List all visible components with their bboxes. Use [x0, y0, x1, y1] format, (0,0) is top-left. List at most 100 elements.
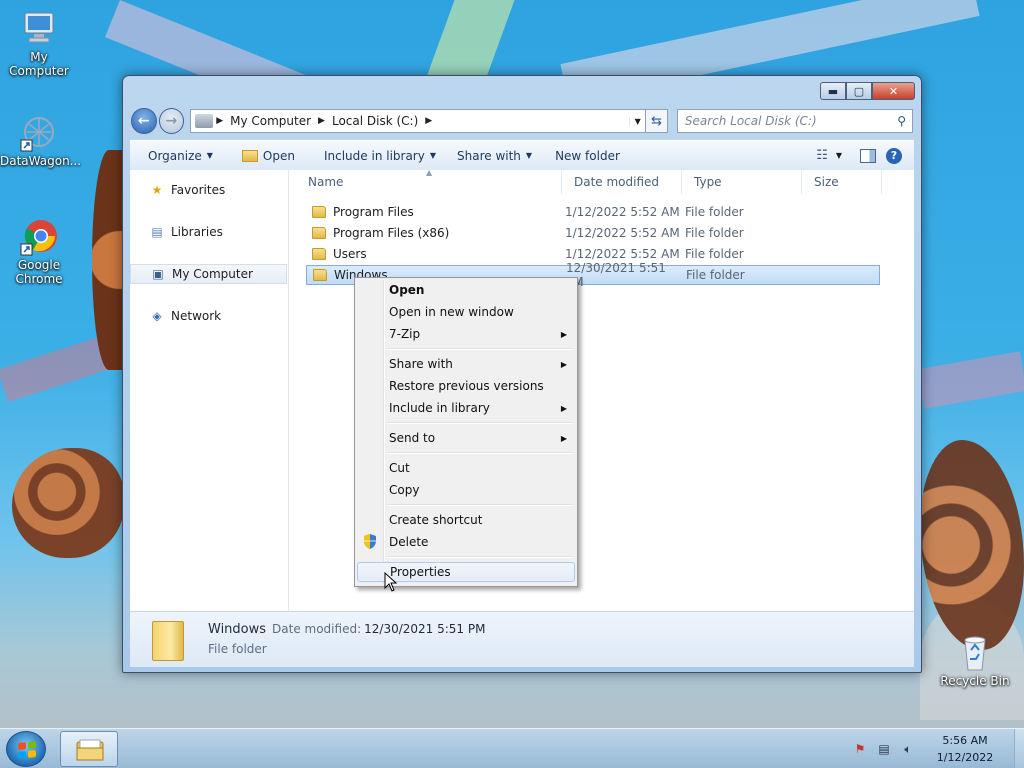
back-arrow-icon: ← — [137, 113, 150, 129]
breadcrumb-chevron-icon[interactable]: ▶ — [422, 116, 435, 126]
libraries-icon: ▤ — [151, 225, 163, 239]
address-dropdown-icon[interactable]: ▼ — [629, 116, 645, 126]
menu-separator — [387, 422, 573, 424]
refresh-button[interactable]: ⇆ — [646, 109, 668, 133]
nav-label: Libraries — [171, 225, 223, 239]
minimize-icon: ▬ — [827, 84, 839, 98]
help-icon[interactable]: ? — [886, 147, 902, 164]
command-bar-right: ☷ ▼ ? — [816, 147, 914, 164]
network-tray-icon[interactable]: ▤ — [876, 741, 892, 757]
views-icon[interactable]: ☷ — [816, 148, 828, 163]
action-center-flag-icon[interactable]: ⚑ — [852, 741, 868, 757]
menu-item-open[interactable]: Open — [357, 280, 575, 300]
menu-label: Restore previous versions — [389, 379, 544, 393]
explorer-folder-icon — [76, 739, 104, 761]
show-desktop-button[interactable] — [1014, 729, 1024, 768]
uac-shield-icon — [364, 534, 376, 549]
desktop-icon-my-computer[interactable]: My Computer — [0, 8, 78, 78]
include-in-library-button[interactable]: Include in library ▼ — [304, 149, 445, 163]
desktop-icon-google-chrome[interactable]: Google Chrome — [0, 216, 78, 286]
nav-network[interactable]: ◈ Network — [130, 306, 287, 326]
minimize-button[interactable]: ▬ — [820, 82, 846, 100]
start-button[interactable] — [6, 731, 46, 767]
file-date: 1/12/2022 5:52 AM — [565, 205, 680, 219]
search-box[interactable]: Search Local Disk (C:) ⚲ — [676, 109, 913, 133]
file-type: File folder — [685, 205, 744, 219]
menu-item-send-to[interactable]: Send to ▶ — [357, 428, 575, 448]
nav-libraries[interactable]: ▤ Libraries — [130, 222, 287, 242]
column-header-type[interactable]: Type — [682, 170, 802, 194]
menu-item-restore-previous[interactable]: Restore previous versions — [357, 376, 575, 396]
breadcrumb-my-computer[interactable]: My Computer — [226, 114, 315, 128]
desktop-icon-label: Recycle Bin — [940, 674, 1010, 688]
back-button[interactable]: ← — [131, 108, 157, 134]
search-placeholder: Search Local Disk (C:) — [684, 114, 817, 128]
menu-separator — [387, 348, 573, 350]
nav-favorites[interactable]: ★ Favorites — [130, 180, 287, 200]
file-row[interactable]: Program Files 1/12/2022 5:52 AM File fol… — [306, 202, 879, 222]
column-header-size[interactable]: Size — [802, 170, 882, 194]
close-icon: ✕ — [888, 84, 899, 98]
search-icon[interactable]: ⚲ — [897, 114, 906, 128]
clock-time: 5:56 AM — [942, 734, 988, 747]
menu-item-create-shortcut[interactable]: Create shortcut — [357, 510, 575, 530]
nav-label: Favorites — [171, 183, 226, 197]
new-folder-button[interactable]: New folder — [541, 149, 629, 163]
taskbar-explorer-button[interactable] — [60, 731, 118, 767]
clock[interactable]: 5:56 AM 1/12/2022 — [930, 732, 1000, 766]
volume-icon[interactable]: 🔈︎ — [900, 741, 916, 757]
menu-separator — [387, 504, 573, 506]
preview-pane-icon[interactable] — [860, 148, 876, 163]
chevron-down-icon: ▼ — [429, 151, 436, 160]
command-bar: Organize ▼ Open Include in library ▼ Share… — [130, 140, 914, 170]
views-dropdown-icon[interactable]: ▼ — [836, 151, 842, 160]
address-bar[interactable]: ▶ My Computer ▶ Local Disk (C:) ▶ ▼ — [190, 109, 647, 133]
column-label: Name — [308, 175, 344, 189]
mouse-cursor-icon — [384, 572, 398, 592]
file-row[interactable]: Program Files (x86) 1/12/2022 5:52 AM Fi… — [306, 223, 879, 243]
forward-arrow-icon: → — [165, 113, 178, 129]
menu-item-copy[interactable]: Copy — [357, 480, 575, 500]
breadcrumb-chevron-icon[interactable]: ▶ — [315, 116, 328, 126]
chevron-down-icon: ▼ — [525, 151, 533, 160]
maximize-button[interactable]: ▢ — [846, 82, 872, 100]
forward-button[interactable]: → — [158, 108, 185, 134]
column-header-name[interactable]: Name ▲ — [296, 168, 562, 194]
menu-item-delete[interactable]: Delete — [357, 532, 575, 552]
open-button[interactable]: Open — [222, 149, 304, 163]
file-date: 12/30/2021 5:51 PM — [566, 261, 666, 289]
close-button[interactable]: ✕ — [872, 82, 915, 100]
include-label: Include in library — [323, 148, 425, 163]
menu-item-open-new-window[interactable]: Open in new window — [357, 302, 575, 322]
menu-item-cut[interactable]: Cut — [357, 458, 575, 478]
column-header-date[interactable]: Date modified — [562, 170, 682, 194]
menu-label: Copy — [389, 483, 420, 497]
organize-button[interactable]: Organize ▼ — [130, 149, 222, 163]
folder-icon — [312, 248, 326, 260]
desktop-wallpaper-ray — [917, 351, 1024, 409]
file-name: Program Files (x86) — [333, 226, 450, 240]
breadcrumb-chevron-icon[interactable]: ▶ — [213, 116, 226, 126]
chrome-icon — [19, 216, 59, 256]
drive-icon — [195, 114, 214, 128]
nav-label: Network — [171, 309, 222, 323]
sort-indicator-icon: ▲ — [426, 168, 433, 177]
details-pane: Windows Date modified: 12/30/2021 5:51 PM … — [130, 611, 914, 667]
breadcrumb-local-disk[interactable]: Local Disk (C:) — [328, 114, 422, 128]
chevron-down-icon: ▼ — [206, 151, 213, 160]
menu-label: Delete — [389, 535, 429, 549]
details-name: Windows — [208, 622, 267, 637]
refresh-icon: ⇆ — [651, 113, 662, 129]
details-date-label: Date modified: — [272, 622, 362, 636]
column-label: Size — [814, 175, 839, 189]
menu-item-share-with[interactable]: Share with ▶ — [357, 354, 575, 374]
desktop-icon-recycle-bin[interactable]: Recycle Bin — [936, 632, 1014, 688]
nav-my-computer[interactable]: ▣ My Computer — [130, 264, 287, 284]
menu-item-7zip[interactable]: 7-Zip ▶ — [357, 324, 575, 344]
menu-label: Open in new window — [389, 305, 514, 319]
menu-item-include-in-library[interactable]: Include in library ▶ — [357, 398, 575, 418]
desktop-icon-datawagon[interactable]: DataWagon... — [0, 112, 81, 168]
network-icon: ◈ — [152, 309, 162, 323]
submenu-arrow-icon: ▶ — [560, 359, 567, 369]
share-with-button[interactable]: Share with ▼ — [445, 149, 541, 163]
